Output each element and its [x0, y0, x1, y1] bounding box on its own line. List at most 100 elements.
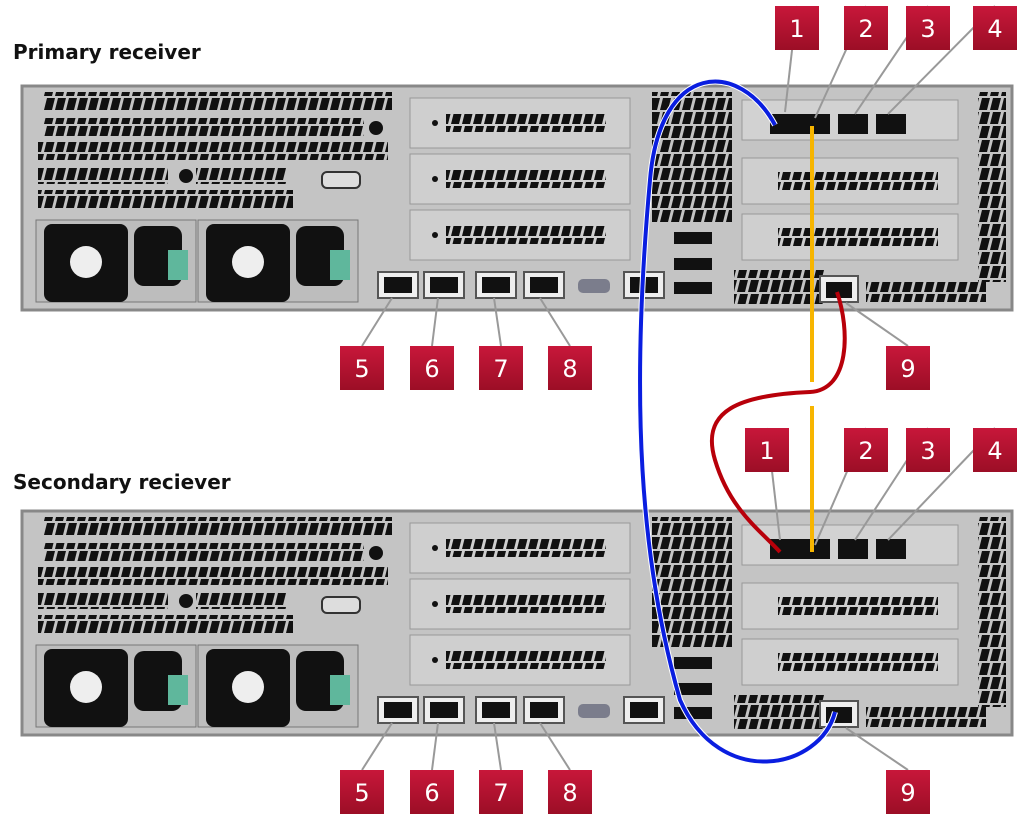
usb-port-icon	[674, 282, 712, 294]
label-text: 8	[562, 779, 577, 807]
vent-block	[978, 517, 1006, 707]
screw	[432, 657, 438, 663]
slot-vent	[446, 595, 606, 613]
label-secondary-port-4: 4	[973, 428, 1017, 472]
label-secondary-port-7: 7	[479, 770, 523, 814]
label-primary-port-6: 6	[410, 346, 454, 390]
label-text: 2	[858, 437, 873, 465]
label-text: 7	[493, 355, 508, 383]
label-secondary-port-3: 3	[906, 428, 950, 472]
rj45-port-icon	[630, 702, 658, 718]
screw	[432, 176, 438, 182]
psu-latch	[168, 250, 188, 280]
psu-latch	[168, 675, 188, 705]
label-secondary-port-6: 6	[410, 770, 454, 814]
slot-vent	[446, 170, 606, 188]
serial-port-icon	[578, 279, 610, 293]
label-text: 4	[987, 15, 1002, 43]
rj45-port-icon	[430, 277, 458, 293]
rj45-port-icon	[384, 277, 412, 293]
rj45-port-icon	[876, 114, 906, 134]
label-secondary-port-5: 5	[340, 770, 384, 814]
slot-vent	[446, 539, 606, 557]
screw	[369, 121, 383, 135]
label-secondary-port-8: 8	[548, 770, 592, 814]
label-primary-port-4: 4	[973, 6, 1017, 50]
label-primary-port-2: 2	[844, 6, 888, 50]
label-text: 4	[987, 437, 1002, 465]
vent-row	[38, 591, 168, 609]
usb-port-icon	[674, 657, 712, 669]
label-text: 6	[424, 779, 439, 807]
rj45-port-icon	[530, 702, 558, 718]
label-text: 3	[920, 437, 935, 465]
fan-hub	[70, 246, 102, 278]
vent-row	[38, 166, 168, 184]
label-text: 1	[789, 15, 804, 43]
label-text: 6	[424, 355, 439, 383]
fan-hub	[70, 671, 102, 703]
fan-hub	[232, 671, 264, 703]
slot-vent	[446, 114, 606, 132]
vga-port-icon	[321, 171, 361, 189]
label-text: 3	[920, 15, 935, 43]
rj45-port-icon	[384, 702, 412, 718]
screw	[432, 120, 438, 126]
vent-row	[44, 543, 364, 561]
screw	[432, 232, 438, 238]
label-primary-port-7: 7	[479, 346, 523, 390]
vent-row	[44, 92, 392, 110]
rj45-port-icon	[838, 114, 868, 134]
screw	[179, 594, 193, 608]
rj45-port-icon	[430, 702, 458, 718]
vent-block	[978, 92, 1006, 282]
label-primary-port-1: 1	[775, 6, 819, 50]
label-text: 7	[493, 779, 508, 807]
vent-row	[44, 118, 364, 136]
label-text: 5	[354, 779, 369, 807]
slot-vent	[778, 597, 938, 615]
slot-vent	[446, 226, 606, 244]
label-text: 8	[562, 355, 577, 383]
vent-row	[38, 567, 388, 585]
slot-vent	[778, 172, 938, 190]
label-secondary-port-1: 1	[745, 428, 789, 472]
rj45-port-icon	[838, 539, 868, 559]
usb-port-icon	[674, 258, 712, 270]
vent-block	[866, 707, 986, 727]
label-text: 2	[858, 15, 873, 43]
screw	[432, 545, 438, 551]
usb-port-icon	[674, 232, 712, 244]
label-primary-port-9: 9	[886, 346, 930, 390]
usb-port-icon	[674, 707, 712, 719]
vent-row	[44, 517, 392, 535]
label-text: 9	[900, 779, 915, 807]
vent-row	[38, 190, 293, 208]
slot-vent	[778, 653, 938, 671]
vent-block	[866, 282, 986, 302]
screw	[432, 601, 438, 607]
psu-latch	[330, 250, 350, 280]
vent-row	[38, 615, 293, 633]
secondary-chassis	[20, 509, 1014, 737]
label-text: 9	[900, 355, 915, 383]
fan-hub	[232, 246, 264, 278]
rj45-port-icon	[482, 277, 510, 293]
label-secondary-port-2: 2	[844, 428, 888, 472]
screw	[179, 169, 193, 183]
label-secondary-port-9: 9	[886, 770, 930, 814]
vent-block	[652, 92, 732, 222]
psu-latch	[330, 675, 350, 705]
label-primary-port-3: 3	[906, 6, 950, 50]
rj45-port-icon	[800, 539, 830, 559]
label-text: 5	[354, 355, 369, 383]
slot-vent	[446, 651, 606, 669]
rj45-port-icon	[482, 702, 510, 718]
primary-chassis	[20, 84, 1014, 312]
serial-port-icon	[578, 704, 610, 718]
rj45-port-icon	[530, 277, 558, 293]
slot-vent	[778, 228, 938, 246]
screw	[369, 546, 383, 560]
vent-block	[734, 695, 824, 729]
vga-port-icon	[321, 596, 361, 614]
